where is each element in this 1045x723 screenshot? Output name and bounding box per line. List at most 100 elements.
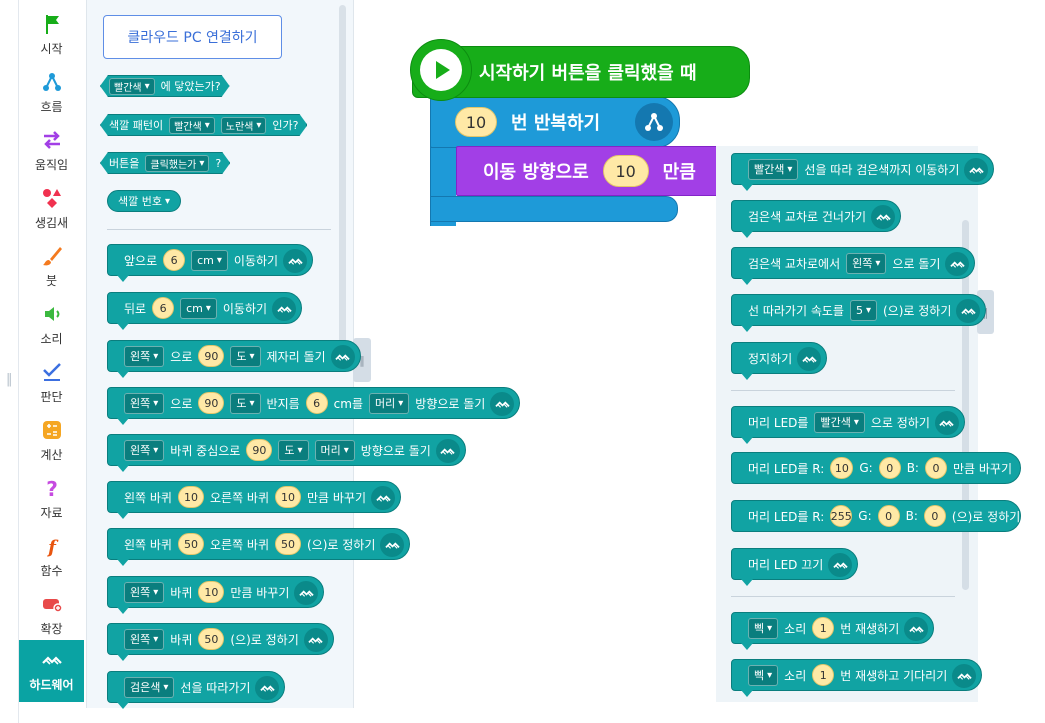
command-block[interactable]: 왼쪽 으로 90도 반지름 6 cm를 머리 방향으로 돌기 bbox=[107, 387, 521, 419]
repeat-block-bottom bbox=[430, 196, 678, 222]
number-input[interactable]: 6 bbox=[163, 249, 186, 271]
option-dropdown[interactable]: 삑 bbox=[748, 664, 779, 686]
command-block[interactable]: 선 따라가기 속도를 5 (으)로 정하기 bbox=[731, 294, 987, 326]
command-block[interactable]: 앞으로 6cm 이동하기 bbox=[107, 244, 314, 276]
number-input[interactable]: 0 bbox=[924, 457, 947, 479]
option-dropdown[interactable]: 머리 bbox=[314, 439, 355, 461]
app-root: ‖ 시작 흐름 움직임 생김새 붓 소리 판단 계산 ? 자료 f 함수 확장 … bbox=[0, 0, 1045, 723]
command-block[interactable]: 왼쪽 바퀴 50 오른쪽 바퀴 50 (으)로 정하기 bbox=[107, 528, 411, 560]
command-block[interactable]: 왼쪽 바퀴 10 오른쪽 바퀴 10 만큼 바꾸기 bbox=[107, 481, 402, 513]
state-dropdown[interactable]: 클릭했는가 bbox=[145, 155, 209, 172]
block-text: 머리 LED를 R: bbox=[748, 461, 825, 476]
option-dropdown[interactable]: 왼쪽 bbox=[124, 628, 165, 650]
category-motion[interactable]: 움직임 bbox=[19, 122, 84, 180]
category-function[interactable]: f 함수 bbox=[19, 528, 84, 586]
repeat-count-input[interactable]: 10 bbox=[455, 107, 497, 137]
command-block[interactable]: 왼쪽 바퀴 10 만큼 바꾸기 bbox=[107, 576, 325, 608]
option-dropdown[interactable]: 왼쪽 bbox=[124, 439, 165, 461]
block-color-number[interactable]: 색깔 번호 bbox=[107, 190, 182, 212]
number-input[interactable]: 90 bbox=[246, 439, 273, 461]
category-hardware[interactable]: 하드웨어 bbox=[19, 640, 84, 702]
option-dropdown[interactable]: 왼쪽 bbox=[846, 252, 887, 274]
number-input[interactable]: 6 bbox=[152, 297, 175, 319]
color-dropdown[interactable]: 빨간색 bbox=[169, 117, 215, 134]
color-dropdown[interactable]: 빨간색 bbox=[109, 78, 155, 95]
number-input[interactable]: 90 bbox=[198, 345, 225, 367]
command-block[interactable]: 머리 LED를 빨간색 으로 정하기 bbox=[731, 406, 965, 438]
option-dropdown[interactable]: 도 bbox=[230, 345, 261, 367]
number-input[interactable]: 10 bbox=[830, 457, 854, 479]
category-data[interactable]: ? 자료 bbox=[19, 470, 84, 528]
category-flow[interactable]: 흐름 bbox=[19, 64, 84, 122]
category-judge[interactable]: 판단 bbox=[19, 354, 84, 412]
number-input[interactable]: 0 bbox=[878, 457, 901, 479]
category-extension[interactable]: 확장 bbox=[19, 586, 84, 644]
category-sound[interactable]: 소리 bbox=[19, 296, 84, 354]
command-block[interactable]: 검은색 교차로에서 왼쪽 으로 돌기 bbox=[731, 247, 976, 279]
option-dropdown[interactable]: cm bbox=[191, 249, 228, 271]
number-input[interactable]: 50 bbox=[275, 533, 301, 555]
repeat-block[interactable]: 10 번 반복하기 bbox=[430, 96, 680, 148]
option-dropdown[interactable]: 빨간색 bbox=[814, 411, 865, 433]
move-value-input[interactable]: 10 bbox=[602, 155, 649, 187]
number-input[interactable]: 255 bbox=[830, 505, 853, 527]
color-dropdown[interactable]: 노란색 bbox=[221, 117, 267, 134]
command-block[interactable]: 검은색 교차로 건너가기 bbox=[731, 200, 902, 232]
palette-scrollbar[interactable] bbox=[339, 5, 346, 365]
number-input[interactable]: 90 bbox=[198, 392, 225, 414]
block-text: 으로 bbox=[170, 396, 193, 411]
category-looks[interactable]: 생김새 bbox=[19, 180, 84, 238]
option-dropdown[interactable]: 왼쪽 bbox=[124, 345, 165, 367]
option-dropdown[interactable]: 삑 bbox=[748, 617, 779, 639]
hardware-icon bbox=[797, 347, 822, 371]
option-dropdown[interactable]: 머리 bbox=[368, 392, 410, 414]
block-color-pattern[interactable]: 색깔 패턴이 빨간색 노란색 인가? bbox=[100, 114, 307, 136]
color-number-dropdown[interactable]: 색깔 번호 bbox=[118, 191, 170, 212]
option-dropdown[interactable]: 빨간색 bbox=[748, 158, 799, 180]
command-block[interactable]: 머리 LED를 R: 255 G: 0 B: 0 (으)로 정하기 bbox=[731, 500, 1021, 532]
option-dropdown[interactable]: cm bbox=[180, 297, 217, 319]
option-dropdown[interactable]: 왼쪽 bbox=[124, 581, 165, 603]
block-text: 정지하기 bbox=[748, 351, 793, 366]
command-block[interactable]: 정지하기 bbox=[731, 342, 828, 374]
cloud-pc-connect-button[interactable]: 클라우드 PC 연결하기 bbox=[103, 15, 282, 59]
block-text: (으)로 정하기 bbox=[882, 303, 952, 318]
number-input[interactable]: 6 bbox=[305, 392, 328, 414]
category-brush[interactable]: 붓 bbox=[19, 238, 84, 296]
command-block[interactable]: 삑 소리 1 번 재생하기 bbox=[731, 612, 935, 644]
number-input[interactable]: 1 bbox=[812, 664, 835, 686]
number-input[interactable]: 0 bbox=[877, 505, 900, 527]
option-dropdown[interactable]: 5 bbox=[849, 299, 877, 321]
hardware-icon bbox=[964, 158, 989, 182]
block-button-clicked[interactable]: 버튼을 클릭했는가 ? bbox=[100, 152, 230, 174]
command-block[interactable]: 왼쪽 바퀴 중심으로 90도머리 방향으로 돌기 bbox=[107, 434, 466, 466]
option-dropdown[interactable]: 검은색 bbox=[124, 676, 175, 698]
option-dropdown[interactable]: 도 bbox=[278, 439, 309, 461]
command-block[interactable]: 검은색 선을 따라가기 bbox=[107, 671, 286, 703]
number-input[interactable]: 10 bbox=[198, 581, 225, 603]
command-block[interactable]: 머리 LED 끄기 bbox=[731, 548, 859, 580]
command-block[interactable]: 왼쪽 바퀴 50 (으)로 정하기 bbox=[107, 623, 334, 655]
number-input[interactable]: 10 bbox=[177, 486, 204, 508]
rail-resize-grip[interactable]: ‖ bbox=[6, 372, 13, 387]
block-text: 번 재생하기 bbox=[840, 621, 900, 636]
number-input[interactable]: 1 bbox=[812, 617, 835, 639]
number-input[interactable]: 0 bbox=[923, 505, 946, 527]
hardware-icon bbox=[871, 205, 896, 229]
command-block[interactable]: 뒤로 6cm 이동하기 bbox=[107, 292, 303, 324]
command-block[interactable]: 빨간색 선을 따라 검은색까지 이동하기 bbox=[731, 153, 995, 185]
option-dropdown[interactable]: 도 bbox=[230, 392, 261, 414]
category-start[interactable]: 시작 bbox=[19, 6, 84, 64]
block-text: 바퀴 bbox=[170, 632, 193, 647]
block-color-touch[interactable]: 빨간색 에 닿았는가? bbox=[100, 75, 230, 97]
command-block[interactable]: 왼쪽 으로 90도 제자리 돌기 bbox=[107, 340, 361, 372]
command-block[interactable]: 머리 LED를 R: 10 G: 0 B: 0 만큼 바꾸기 bbox=[731, 452, 1021, 484]
move-suffix: 만큼 bbox=[662, 162, 696, 183]
number-input[interactable]: 50 bbox=[198, 628, 225, 650]
number-input[interactable]: 10 bbox=[275, 486, 301, 508]
svg-text:f: f bbox=[46, 537, 59, 557]
option-dropdown[interactable]: 왼쪽 bbox=[124, 392, 165, 414]
number-input[interactable]: 50 bbox=[177, 533, 204, 555]
category-calc[interactable]: 계산 bbox=[19, 412, 84, 470]
command-block[interactable]: 삑 소리 1 번 재생하고 기다리기 bbox=[731, 659, 983, 691]
